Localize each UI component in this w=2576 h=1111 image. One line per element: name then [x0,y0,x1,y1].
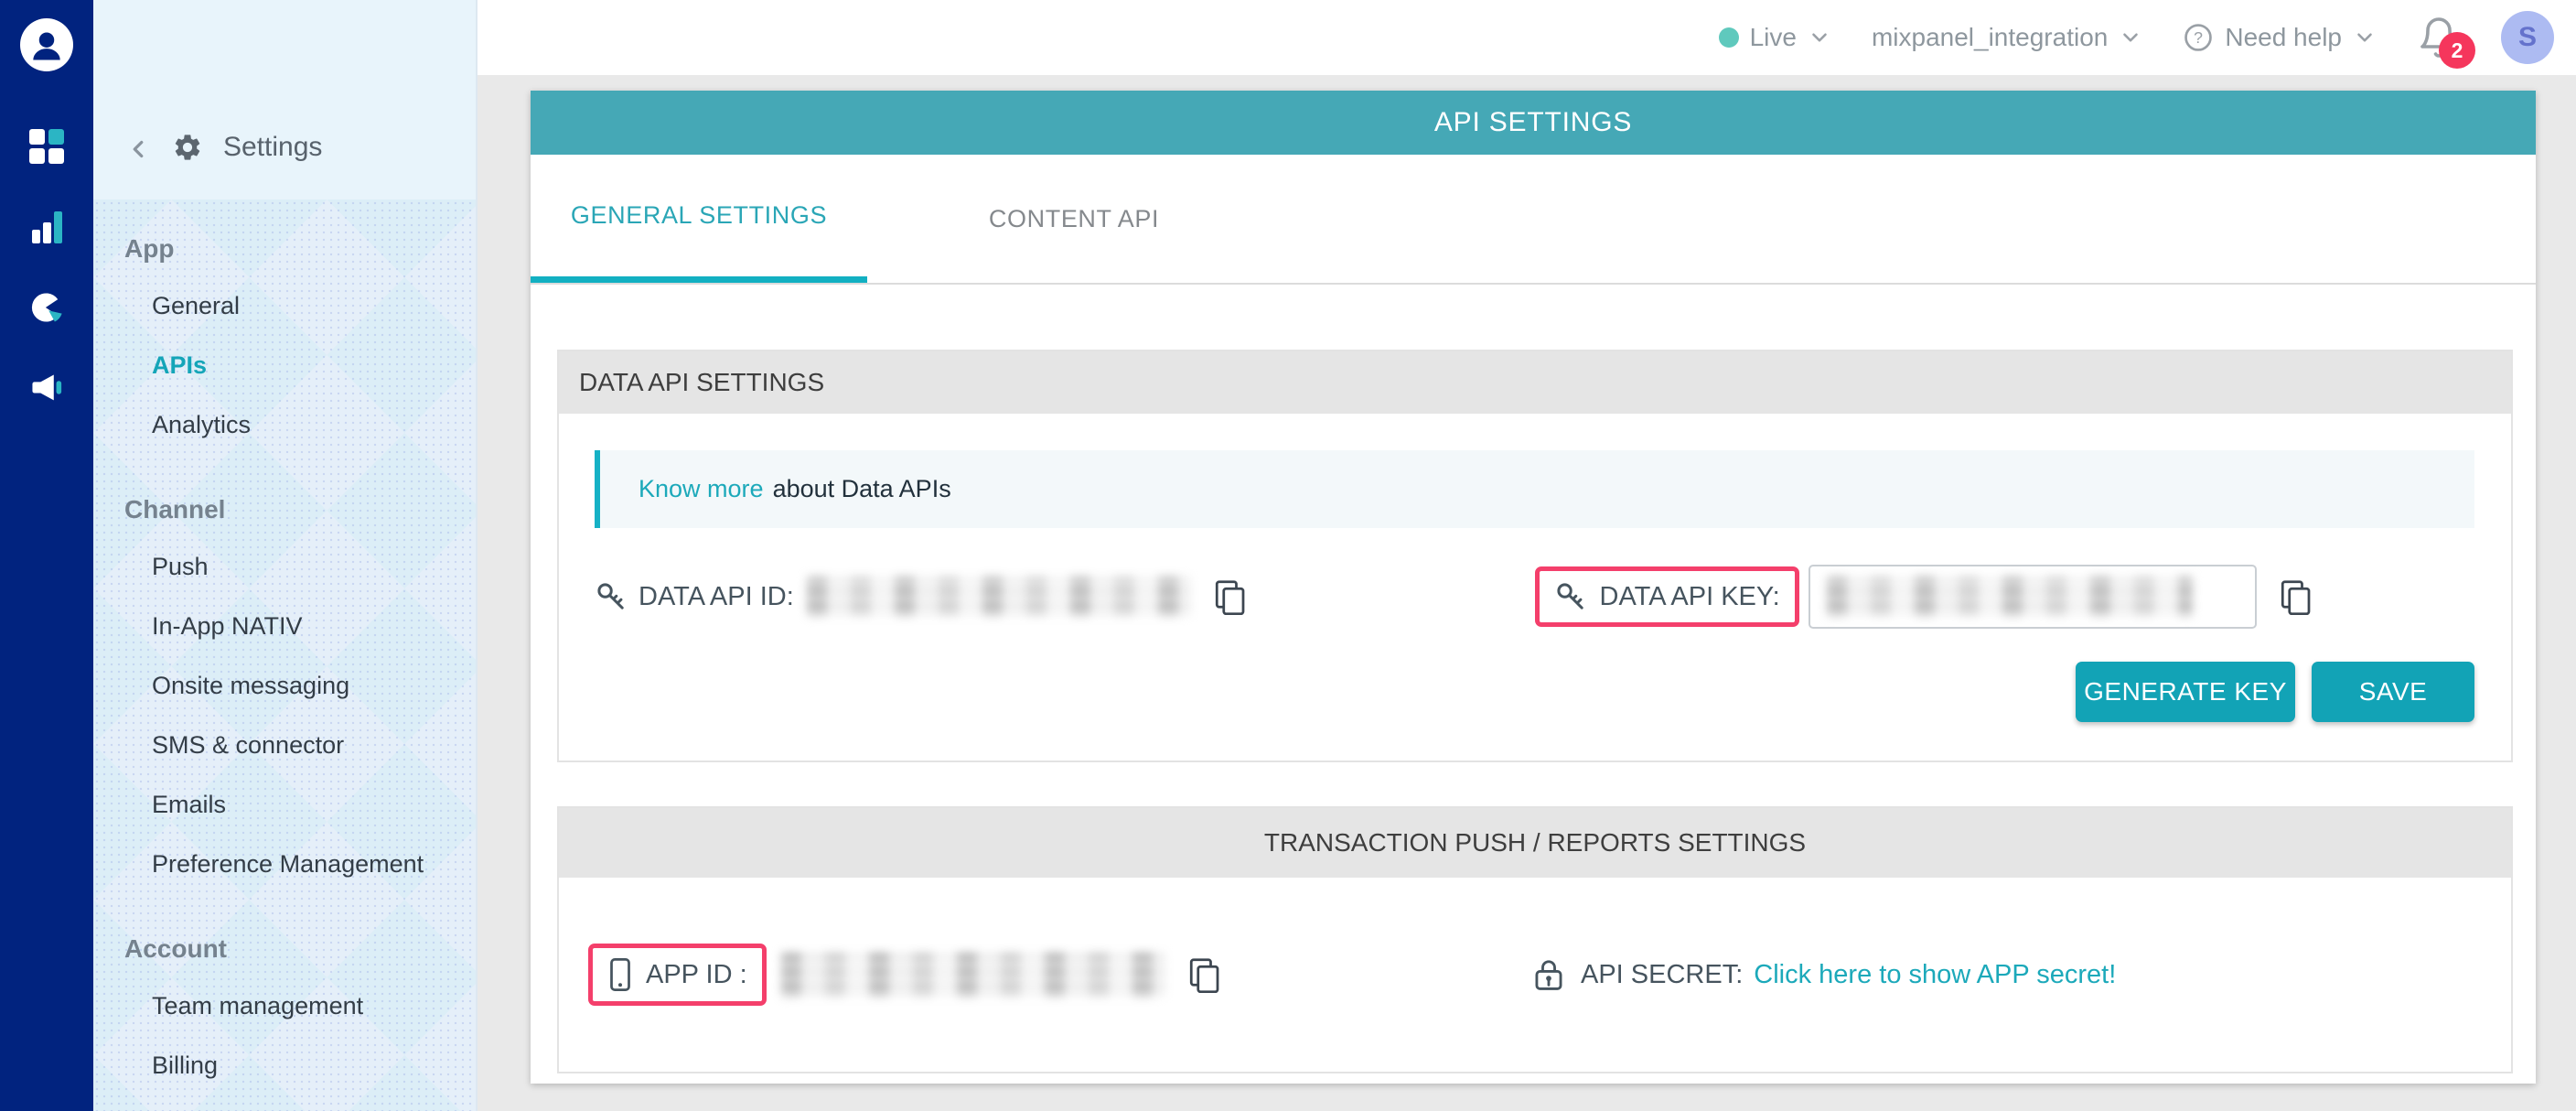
app-id-value-redacted [781,952,1165,998]
notifications-bell[interactable]: 2 [2417,14,2461,61]
tab-bar: GENERAL SETTINGS CONTENT API [531,155,2536,285]
data-api-section: DATA API SETTINGS Know more about Data A… [557,350,2513,762]
key-icon [595,580,628,613]
settings-menu: App General APIs Analytics Channel Push … [93,200,476,1111]
notification-count-badge: 2 [2439,32,2475,69]
user-avatar[interactable]: S [2501,11,2554,64]
megaphone-icon[interactable] [28,370,65,406]
sidebar-item-team-management[interactable]: Team management [93,976,476,1036]
primary-nav-rail [0,0,93,1111]
callout-text: about Data APIs [773,475,951,503]
data-api-key-input[interactable] [1809,565,2257,629]
settings-sidebar: Settings App General APIs Analytics Chan… [93,0,478,1111]
sidebar-item-billing[interactable]: Billing [93,1036,476,1095]
apps-grid-icon[interactable] [28,128,65,165]
main-area: Live mixpanel_integration ? Need help [478,0,2576,1111]
mobile-phone-icon [607,957,633,992]
chevron-down-icon [1808,26,1831,49]
chevron-down-icon [2119,26,2142,49]
tab-general-settings[interactable]: GENERAL SETTINGS [531,155,867,283]
environment-label: Live [1750,23,1797,52]
transaction-section-title: TRANSACTION PUSH / REPORTS SETTINGS [559,808,2511,878]
project-dropdown[interactable]: mixpanel_integration [1872,23,2142,52]
settings-sidebar-header: Settings [93,0,476,200]
data-api-key-highlight-box: DATA API KEY: [1535,566,1799,627]
api-settings-card: API SETTINGS GENERAL SETTINGS CONTENT AP… [531,91,2536,1084]
person-icon [28,27,65,63]
copy-icon[interactable] [1186,956,1222,993]
sidebar-item-sms-connector[interactable]: SMS & connector [93,716,476,775]
app-root: Settings App General APIs Analytics Chan… [0,0,2576,1111]
environment-dropdown[interactable]: Live [1719,23,1831,52]
need-help-label: Need help [2225,23,2342,52]
know-more-link[interactable]: Know more [639,475,764,503]
sidebar-item-emails[interactable]: Emails [93,775,476,835]
save-button[interactable]: SAVE [2312,662,2474,722]
topbar: Live mixpanel_integration ? Need help [478,0,2576,75]
sidebar-item-inapp-nativ[interactable]: In-App NATIV [93,597,476,656]
generate-key-button[interactable]: GENERATE KEY [2076,662,2295,722]
need-help-dropdown[interactable]: ? Need help [2183,22,2377,53]
app-id-label: APP ID : [646,960,747,990]
api-secret-label: API SECRET: [1581,960,1743,990]
sidebar-item-push[interactable]: Push [93,537,476,597]
menu-group-account: Account Team management Billing [93,894,476,1095]
sidebar-item-onsite-messaging[interactable]: Onsite messaging [93,656,476,716]
group-label: Account [93,894,476,976]
data-api-key-row: DATA API KEY: [1535,565,2475,629]
question-circle-icon: ? [2183,22,2214,53]
chevron-down-icon [2353,26,2377,49]
group-label: Channel [93,455,476,537]
api-secret-row: API SECRET: Click here to show APP secre… [1531,957,2474,992]
key-icon [1554,580,1587,613]
show-app-secret-link[interactable]: Click here to show APP secret! [1754,960,2116,990]
menu-group-channel: Channel Push In-App NATIV Onsite messagi… [93,455,476,894]
data-api-id-row: DATA API ID: [595,577,1535,617]
menu-group-app: App General APIs Analytics [93,218,476,455]
netcore-logo[interactable] [20,18,73,71]
data-api-key-label: DATA API KEY: [1600,582,1780,612]
back-chevron-icon[interactable] [124,135,152,163]
sidebar-item-analytics[interactable]: Analytics [93,395,476,455]
transaction-section: TRANSACTION PUSH / REPORTS SETTINGS APP … [557,806,2513,1073]
app-id-row: APP ID : [588,944,1531,1006]
tab-content-api[interactable]: CONTENT API [867,155,1281,283]
live-status-dot [1719,27,1739,48]
project-name: mixpanel_integration [1872,23,2108,52]
rail-icon-list [28,128,65,406]
sidebar-item-apis[interactable]: APIs [93,336,476,395]
copy-icon[interactable] [2277,578,2313,615]
sidebar-item-preference-management[interactable]: Preference Management [93,835,476,894]
data-api-section-title: DATA API SETTINGS [559,351,2511,414]
sidebar-item-general[interactable]: General [93,276,476,336]
pie-chart-icon[interactable] [28,289,65,326]
lock-icon [1531,957,1566,992]
copy-icon[interactable] [1211,578,1248,615]
card-body: DATA API SETTINGS Know more about Data A… [531,285,2536,1084]
data-api-key-value-redacted [1827,577,2193,617]
app-id-highlight-box: APP ID : [588,944,767,1006]
svg-text:?: ? [2194,28,2203,47]
group-label: App [93,218,476,276]
page-title: API SETTINGS [531,91,2536,155]
bar-chart-icon[interactable] [28,209,65,245]
settings-title: Settings [223,132,322,163]
data-api-id-label: DATA API ID: [639,582,794,612]
data-api-id-value-redacted [807,577,1191,617]
know-more-callout: Know more about Data APIs [595,450,2474,528]
gear-icon [172,132,203,163]
page-background: API SETTINGS GENERAL SETTINGS CONTENT AP… [478,75,2576,1111]
